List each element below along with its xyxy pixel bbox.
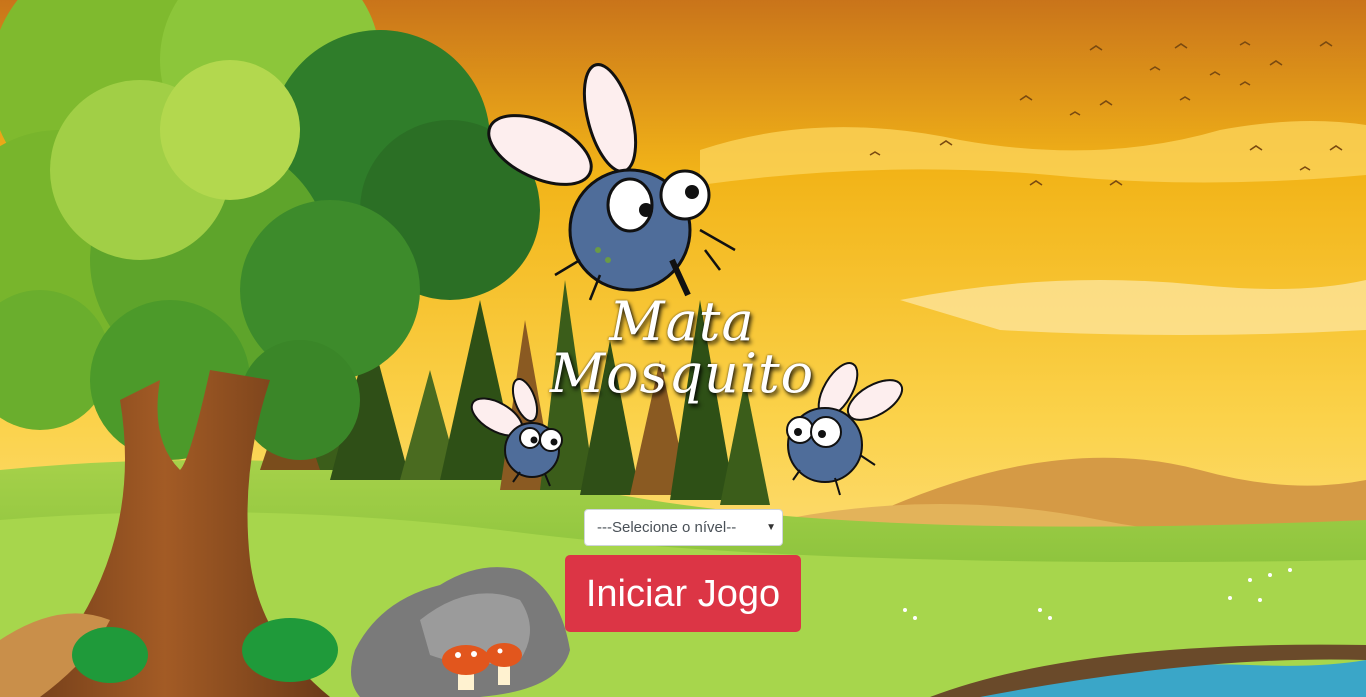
level-select-value: ---Selecione o nível--: [597, 519, 737, 536]
game-title: Mata Mosquito: [480, 290, 884, 405]
game-title-line2: Mosquito: [549, 342, 815, 405]
game-title-line1: Mata: [609, 290, 755, 353]
game-scene: Mata Mosquito ---Selecione o nível-- ▼ I…: [0, 0, 1366, 697]
level-select[interactable]: ---Selecione o nível-- ▼: [584, 509, 783, 546]
level-select-wrapper: ---Selecione o nível-- ▼: [584, 509, 783, 546]
chevron-down-icon: ▼: [766, 522, 776, 533]
start-game-button[interactable]: Iniciar Jogo: [565, 555, 801, 632]
